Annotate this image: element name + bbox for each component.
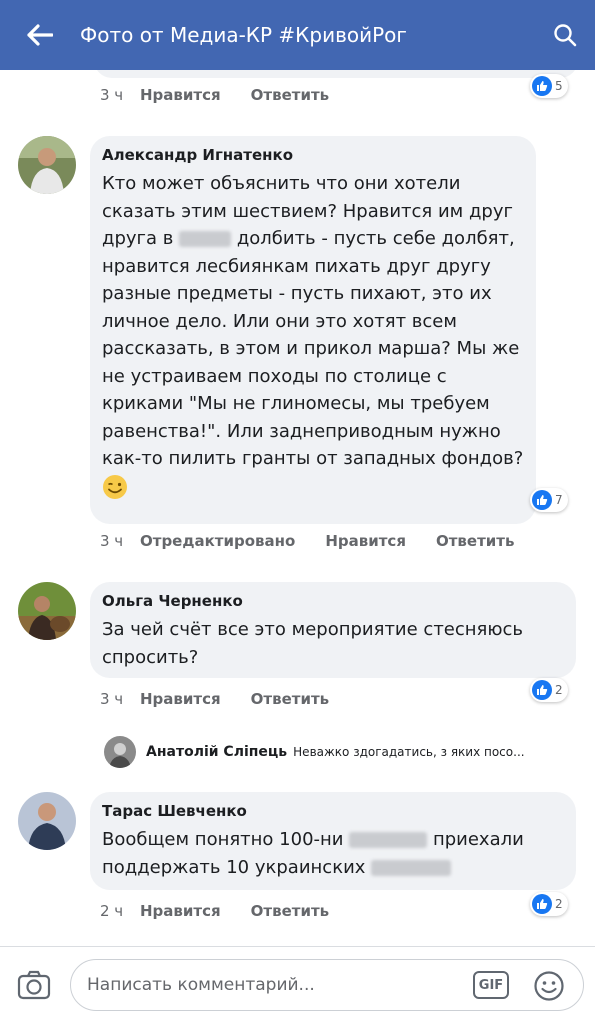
reaction-count-badge[interactable]: 2 (530, 892, 568, 916)
previous-comment-bubble[interactable] (94, 70, 578, 78)
comment-time: 2 ч (100, 902, 124, 920)
like-button[interactable]: Нравится (140, 86, 221, 104)
like-button[interactable]: Нравится (140, 690, 221, 708)
comment-input[interactable]: Написать комментарий... GIF (70, 959, 584, 1011)
like-reaction-icon (532, 680, 552, 700)
reply-text: Неважко здогадатись, з яких посо... (293, 745, 525, 759)
comment-time: 3 ч (100, 690, 124, 708)
comment-composer: Написать комментарий... GIF (0, 946, 595, 1024)
comment-bubble[interactable]: Александр Игнатенко Кто может объяснить … (90, 136, 536, 524)
comment-time: 3 ч (100, 532, 124, 550)
censored-word (179, 231, 232, 247)
comment-bubble[interactable]: Ольга Черненко За чей счёт все это мероп… (90, 582, 576, 678)
comment-actions: 2 ч Нравится Ответить (100, 902, 359, 920)
camera-button[interactable] (16, 967, 52, 1003)
comments-feed[interactable]: 3 ч Нравится Ответить 5 Александр Игнате… (0, 70, 595, 946)
reply-button[interactable]: Ответить (251, 690, 330, 708)
like-reaction-icon (532, 894, 552, 914)
reaction-count: 5 (555, 79, 563, 93)
comment-author[interactable]: Тарас Шевченко (102, 802, 564, 820)
censored-word (371, 859, 452, 876)
edited-label[interactable]: Отредактировано (140, 532, 295, 550)
like-button[interactable]: Нравится (140, 902, 221, 920)
like-button[interactable]: Нравится (325, 532, 406, 550)
reaction-count: 2 (555, 897, 563, 911)
camera-icon (17, 970, 51, 1000)
comment-actions: 3 ч Нравится Ответить (100, 690, 359, 708)
comment-text: Вообщем понятно 100-ни приехали поддержа… (102, 826, 564, 881)
comment-author[interactable]: Александр Игнатенко (102, 146, 524, 164)
avatar[interactable] (18, 792, 76, 850)
comment-bubble[interactable]: Тарас Шевченко Вообщем понятно 100-ни пр… (90, 792, 576, 890)
reply-button[interactable]: Ответить (251, 86, 330, 104)
reaction-count: 7 (555, 493, 563, 507)
reaction-count-badge[interactable]: 7 (530, 488, 568, 512)
comment-text-part: Вообщем понятно 100-ни (102, 829, 344, 850)
comment-input-placeholder: Написать комментарий... (87, 975, 315, 995)
arrow-left-icon (27, 24, 53, 46)
reaction-count-badge[interactable]: 5 (530, 74, 568, 98)
comment-text: Кто может объяснить что они хотели сказа… (102, 170, 524, 500)
reply-button[interactable]: Ответить (436, 532, 515, 550)
emoji-button[interactable] (533, 970, 565, 1002)
gif-button[interactable]: GIF (473, 971, 509, 999)
comment-actions: 3 ч Отредактировано Нравится Ответить (100, 532, 544, 550)
like-reaction-icon (532, 76, 552, 96)
reaction-count-badge[interactable]: 2 (530, 678, 568, 702)
reply-author[interactable]: Анатолій Сліпець (146, 744, 287, 760)
search-icon (554, 24, 577, 47)
like-reaction-icon (532, 490, 552, 510)
top-app-bar: Фото от Медиа-КР #КривойРог (0, 0, 595, 70)
reply-preview[interactable]: Анатолій Сліпець Неважко здогадатись, з … (104, 736, 525, 768)
comment-text: За чей счёт все это мероприятие стесняюс… (102, 619, 524, 668)
search-button[interactable] (535, 0, 595, 70)
smiley-icon (534, 971, 564, 1001)
avatar[interactable] (18, 136, 76, 194)
comment-author[interactable]: Ольга Черненко (102, 592, 564, 610)
back-button[interactable] (0, 0, 80, 70)
reply-button[interactable]: Ответить (251, 902, 330, 920)
censored-word (349, 832, 428, 848)
previous-comment-actions: 3 ч Нравится Ответить (100, 86, 359, 104)
reaction-count: 2 (555, 683, 563, 697)
comment-text-part: долбить - пусть себе долбят, нравится ле… (102, 228, 524, 469)
avatar[interactable] (104, 736, 136, 768)
avatar[interactable] (18, 582, 76, 640)
wink-smile-icon (103, 474, 127, 499)
page-title: Фото от Медиа-КР #КривойРог (80, 23, 407, 47)
comment-time: 3 ч (100, 86, 124, 104)
